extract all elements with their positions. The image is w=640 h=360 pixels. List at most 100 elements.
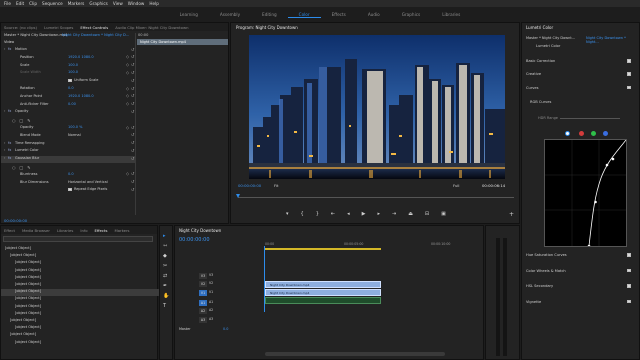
master-clip-label[interactable]: Master * Night City Downtown.mp4 bbox=[4, 33, 68, 37]
reset-icon[interactable]: ↺ bbox=[131, 171, 134, 176]
tool-icon[interactable]: ⇄ bbox=[163, 273, 167, 279]
reset-icon[interactable]: ↺ bbox=[131, 93, 134, 98]
effects-panel-tab[interactable]: Libraries bbox=[57, 228, 73, 233]
property-value[interactable]: Uniform Scale bbox=[74, 78, 98, 82]
reset-icon[interactable]: ↺ bbox=[131, 54, 134, 59]
audio-clip[interactable] bbox=[265, 297, 381, 304]
effect-tree-item[interactable]: [object Object] bbox=[15, 304, 41, 308]
marker-icon[interactable]: ▾ bbox=[286, 211, 289, 217]
track-target-button[interactable]: A1 bbox=[199, 299, 207, 306]
ec-timecode[interactable]: 00:00:00:00 bbox=[4, 218, 27, 223]
track-target-button[interactable]: V3 bbox=[199, 273, 207, 279]
effect-tree-item[interactable]: [object Object] bbox=[15, 282, 41, 286]
mark-in-icon[interactable]: { bbox=[301, 211, 304, 217]
lumetri-section-2[interactable]: Curves bbox=[526, 86, 538, 90]
source-tab[interactable]: Source: (no clips) bbox=[4, 25, 37, 30]
menu-sequence[interactable]: Sequence bbox=[42, 1, 63, 6]
reset-icon[interactable]: ↺ bbox=[131, 70, 134, 75]
keyframe-icon[interactable]: ◇ bbox=[126, 171, 129, 176]
workspace-tab-libraries[interactable]: Libraries bbox=[431, 12, 471, 17]
menu-graphics[interactable]: Graphics bbox=[89, 1, 108, 6]
source-tab[interactable]: Audio Clip Mixer: Night City Downtown bbox=[115, 25, 188, 30]
add-button-icon[interactable]: + bbox=[509, 211, 514, 218]
property-value[interactable]: 0.0 bbox=[68, 86, 74, 90]
workspace-tab-effects[interactable]: Effects bbox=[321, 12, 357, 17]
reset-icon[interactable]: ↺ bbox=[131, 148, 134, 153]
reset-icon[interactable]: ↺ bbox=[131, 62, 134, 67]
property-value[interactable]: 0.00 bbox=[68, 102, 76, 106]
reset-icon[interactable]: ↺ bbox=[131, 86, 134, 91]
fx-toggle-icon[interactable]: › bbox=[4, 109, 5, 113]
lumetri-fx-dropdown[interactable]: Lumetri Color bbox=[536, 44, 560, 48]
tool-icon[interactable]: T bbox=[163, 303, 166, 309]
lumetri-section-toggle[interactable] bbox=[627, 72, 631, 76]
go-to-in-icon[interactable]: ⇤ bbox=[331, 211, 335, 217]
curve-point[interactable] bbox=[587, 244, 591, 248]
fx-toggle-icon[interactable]: › bbox=[4, 156, 5, 160]
workspace-tab-graphics[interactable]: Graphics bbox=[391, 12, 432, 17]
track-target-button[interactable]: A3 bbox=[199, 316, 207, 323]
quality-dropdown[interactable]: Full bbox=[453, 183, 460, 188]
property-value[interactable]: Horizontal and Vertical bbox=[68, 180, 108, 184]
video-clip[interactable]: Night City Downtown.mp4 bbox=[265, 281, 381, 288]
effect-tree-item[interactable]: [object Object] bbox=[10, 253, 36, 257]
effect-tree-item[interactable]: [object Object] bbox=[10, 318, 36, 322]
tool-icon[interactable]: ▸ bbox=[163, 233, 166, 239]
keyframe-icon[interactable]: ◇ bbox=[126, 62, 129, 67]
lumetri-bottom-section[interactable]: Vignette bbox=[526, 300, 541, 304]
tool-icon[interactable]: ✒ bbox=[163, 283, 167, 289]
source-tab[interactable]: Lumetri Scopes bbox=[44, 25, 73, 30]
property-value[interactable]: Repeat Edge Pixels bbox=[74, 187, 107, 191]
property-value[interactable]: 100.0 bbox=[68, 70, 78, 74]
property-value[interactable]: 1920.0 1080.0 bbox=[68, 55, 94, 59]
fx-toggle-icon[interactable]: › bbox=[4, 141, 5, 145]
timeline-scrollbar[interactable] bbox=[265, 352, 445, 356]
white-channel-icon[interactable] bbox=[565, 131, 570, 136]
green-channel-icon[interactable] bbox=[591, 131, 596, 136]
fit-dropdown[interactable]: Fit bbox=[274, 183, 278, 188]
export-frame-icon[interactable]: ▣ bbox=[441, 211, 446, 217]
rect-mask-icon[interactable]: □ bbox=[20, 165, 24, 170]
effect-tree-item[interactable]: [object Object] bbox=[15, 340, 41, 344]
effects-panel-tab[interactable]: Info bbox=[80, 228, 87, 233]
lumetri-bottom-toggle[interactable] bbox=[627, 253, 631, 257]
reset-icon[interactable]: ↺ bbox=[131, 109, 134, 114]
lift-icon[interactable]: ⏏ bbox=[408, 211, 413, 217]
rect-mask-icon[interactable]: □ bbox=[20, 118, 24, 123]
effects-panel-tab[interactable]: Markers bbox=[114, 228, 129, 233]
property-value[interactable]: 1920.0 1080.0 bbox=[68, 94, 94, 98]
sequence-clip-label[interactable]: Night City Downtown * Night City D... bbox=[62, 33, 129, 37]
property-checkbox[interactable] bbox=[68, 78, 72, 82]
workspace-tab-assembly[interactable]: Assembly bbox=[209, 12, 251, 17]
effects-panel-tab[interactable]: Media Browser bbox=[22, 228, 50, 233]
effect-tree-item[interactable]: [object Object] bbox=[15, 296, 41, 300]
effect-tree-item[interactable]: [object Object] bbox=[15, 268, 41, 272]
tool-icon[interactable]: ✂ bbox=[163, 263, 167, 269]
effect-tree-item[interactable]: [object Object] bbox=[15, 275, 41, 279]
go-to-out-icon[interactable]: ⇥ bbox=[392, 211, 396, 217]
effect-tree-item[interactable]: [object Object] bbox=[10, 332, 36, 336]
property-value[interactable]: Normal bbox=[68, 133, 81, 137]
effects-search-input[interactable] bbox=[3, 236, 153, 242]
source-tab[interactable]: Effect Controls bbox=[80, 25, 108, 30]
menu-edit[interactable]: Edit bbox=[16, 1, 24, 6]
lumetri-seq[interactable]: Night City Downtown * Night... bbox=[586, 36, 639, 44]
fx-toggle-icon[interactable]: › bbox=[4, 148, 5, 152]
workspace-tab-learning[interactable]: Learning bbox=[169, 12, 209, 17]
blue-channel-icon[interactable] bbox=[603, 131, 608, 136]
fx-toggle-icon[interactable]: › bbox=[4, 47, 5, 51]
playhead-icon[interactable] bbox=[236, 194, 240, 198]
effects-panel-tab[interactable]: Effect bbox=[4, 228, 15, 233]
red-channel-icon[interactable] bbox=[579, 131, 584, 136]
lumetri-bottom-toggle[interactable] bbox=[627, 299, 631, 303]
reset-icon[interactable]: ↺ bbox=[131, 179, 134, 184]
workspace-tab-color[interactable]: Color bbox=[287, 12, 321, 18]
video-clip-v1[interactable]: Night City Downtown.mp4 bbox=[265, 289, 381, 296]
effect-tree-item[interactable]: [object Object] bbox=[15, 325, 41, 329]
lumetri-bottom-section[interactable]: Color Wheels & Match bbox=[526, 269, 566, 273]
reset-icon[interactable]: ↺ bbox=[131, 78, 134, 83]
curve-point[interactable] bbox=[605, 163, 609, 167]
effect-tree-item[interactable]: [object Object] bbox=[15, 311, 41, 315]
ec-clip-bar[interactable]: Night City Downtown.mp4 bbox=[137, 39, 228, 45]
lumetri-bottom-toggle[interactable] bbox=[627, 268, 631, 272]
